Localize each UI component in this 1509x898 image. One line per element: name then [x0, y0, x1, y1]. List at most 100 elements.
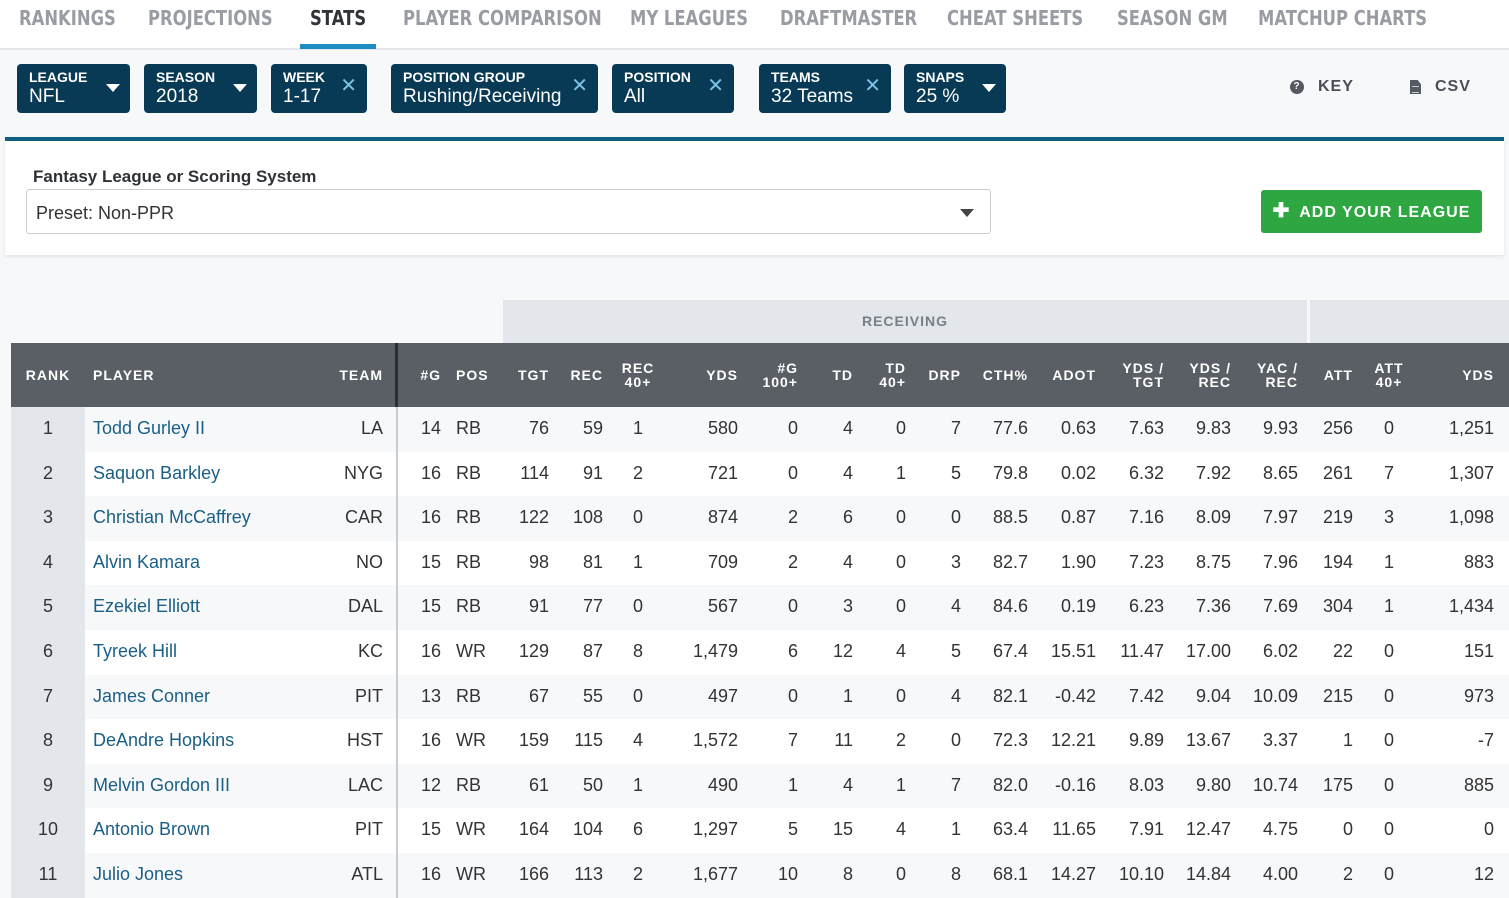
cell-att: 175: [1322, 774, 1353, 795]
cell-yds: 497: [707, 685, 738, 706]
filter-label: LEAGUE: [29, 69, 88, 85]
clear-icon[interactable]: ✕: [864, 76, 881, 96]
column-header-yacrec[interactable]: YAC / REC: [1242, 343, 1298, 407]
cell-pos: WR: [456, 819, 486, 840]
column-header-att40[interactable]: ATT 40+: [1370, 343, 1408, 407]
player-link[interactable]: Ezekiel Elliott: [93, 596, 320, 617]
cell-rank: 9: [42, 774, 53, 795]
cell-cth: 68.1: [992, 864, 1028, 884]
column-header-ydsrec[interactable]: YDS / REC: [1175, 343, 1231, 407]
cell-cth: 84.6: [992, 596, 1028, 617]
cell-yds: 490: [707, 774, 738, 795]
cell-ydsrec: 14.84: [1185, 864, 1231, 884]
cell-team: LAC: [347, 774, 383, 795]
player-link[interactable]: Tyreek Hill: [93, 641, 320, 662]
column-header-label: YDS / TGT: [1122, 360, 1164, 390]
cell-team: NYG: [343, 462, 383, 483]
player-link[interactable]: Todd Gurley II: [93, 418, 320, 439]
cell-rec40: 1: [632, 418, 643, 438]
nav-tab-projections[interactable]: PROJECTIONS: [148, 6, 273, 50]
cell-ydstgt: 6.32: [1128, 462, 1164, 483]
player-link[interactable]: Melvin Gordon III: [93, 775, 320, 796]
position-filter[interactable]: POSITION All ✕: [612, 64, 734, 113]
season-filter[interactable]: SEASON 2018: [144, 64, 257, 113]
player-link[interactable]: Julio Jones: [93, 864, 320, 885]
scoring-system-select[interactable]: Preset: Non-PPR: [26, 189, 991, 234]
cell-ydstgt: 10.10: [1118, 864, 1164, 884]
column-header-td40[interactable]: TD 40+: [870, 343, 906, 407]
column-header-rank[interactable]: RANK: [11, 343, 85, 407]
cell-yacrec: 6.02: [1262, 641, 1298, 661]
cell-yacrec: 4.75: [1262, 819, 1298, 840]
cell-att: 1: [1342, 730, 1353, 751]
week-filter[interactable]: WEEK 1-17 ✕: [271, 64, 367, 113]
column-header-label: ADOT: [1052, 367, 1096, 383]
column-header-team[interactable]: TEAM: [336, 343, 383, 407]
column-header-rec40[interactable]: REC 40+: [616, 343, 660, 407]
column-header-att[interactable]: ATT: [1305, 343, 1353, 407]
cell-pos: RB: [456, 774, 482, 795]
column-header-player[interactable]: PLAYER: [93, 343, 320, 407]
cell-g100: 7: [787, 730, 798, 751]
clear-icon[interactable]: ✕: [571, 76, 588, 96]
cell-ruyds: 1,434: [1448, 596, 1494, 617]
cell-rec40: 2: [632, 864, 643, 884]
cell-cth: 82.7: [992, 551, 1028, 572]
column-header-drp[interactable]: DRP: [920, 343, 961, 407]
column-header-td[interactable]: TD: [815, 343, 853, 407]
csv-button[interactable]: CSV: [1410, 78, 1471, 96]
filter-label: SEASON: [156, 69, 216, 85]
nav-tab-rankings[interactable]: RANKINGS: [19, 6, 116, 50]
scoring-system-card: Fantasy League or Scoring System Preset:…: [5, 137, 1504, 255]
key-button[interactable]: ? KEY: [1290, 78, 1354, 96]
add-your-league-button[interactable]: ✚ ADD YOUR LEAGUE: [1261, 190, 1482, 233]
column-header-yds[interactable]: YDS: [670, 343, 738, 407]
player-link[interactable]: James Conner: [93, 686, 320, 707]
teams-filter[interactable]: TEAMS 32 Teams ✕: [759, 64, 891, 113]
clear-icon[interactable]: ✕: [707, 76, 724, 96]
cell-td: 3: [842, 596, 853, 617]
cell-rec40: 8: [632, 641, 643, 661]
column-header-label: RANK: [25, 367, 71, 383]
column-header-tgt[interactable]: TGT: [505, 343, 549, 407]
cell-tgt: 122: [518, 507, 549, 528]
cell-tgt: 164: [518, 819, 549, 840]
cell-cth: 79.8: [992, 462, 1028, 483]
cell-yds: 721: [707, 462, 738, 483]
nav-tab-draftmaster[interactable]: DRAFTMASTER: [780, 6, 917, 50]
player-link[interactable]: Antonio Brown: [93, 819, 320, 840]
position-group-filter[interactable]: POSITION GROUP Rushing/Receiving ✕: [391, 64, 598, 113]
nav-tab-matchup-charts[interactable]: MATCHUP CHARTS: [1258, 6, 1427, 50]
cell-ruyds: 0: [1483, 819, 1494, 840]
column-header-ruyds[interactable]: YDS: [1420, 343, 1494, 407]
nav-tab-my-leagues[interactable]: MY LEAGUES: [630, 6, 748, 50]
plus-icon: ✚: [1272, 200, 1291, 222]
player-link[interactable]: Christian McCaffrey: [93, 507, 320, 528]
player-link[interactable]: Alvin Kamara: [93, 552, 320, 573]
cell-team: PIT: [354, 819, 383, 840]
nav-tab-season-gm[interactable]: SEASON GM: [1117, 6, 1228, 50]
clear-icon[interactable]: ✕: [340, 76, 357, 96]
filter-label: SNAPS: [916, 69, 965, 85]
snaps-filter[interactable]: SNAPS 25 %: [904, 64, 1006, 113]
nav-tab-player-comparison[interactable]: PLAYER COMPARISON: [403, 6, 602, 50]
cell-pos: RB: [456, 418, 482, 438]
cell-pos: RB: [456, 462, 482, 483]
column-header-pos[interactable]: POS: [456, 343, 495, 407]
player-link[interactable]: Saquon Barkley: [93, 463, 320, 484]
cell-adot: 12.21: [1050, 730, 1096, 751]
cell-att40: 0: [1383, 641, 1394, 661]
column-header-ydstgt[interactable]: YDS / TGT: [1108, 343, 1164, 407]
cell-team: CAR: [344, 507, 383, 528]
player-link[interactable]: DeAndre Hopkins: [93, 730, 320, 751]
column-header-adot[interactable]: ADOT: [1040, 343, 1096, 407]
nav-tab-cheat-sheets[interactable]: CHEAT SHEETS: [947, 6, 1083, 50]
column-header-cth[interactable]: CTH%: [975, 343, 1028, 407]
column-header-g100[interactable]: #G 100+: [752, 343, 798, 407]
column-header-rec[interactable]: REC: [555, 343, 603, 407]
column-header-g[interactable]: #G: [410, 343, 441, 407]
cell-yds: 709: [707, 551, 738, 572]
league-filter[interactable]: LEAGUE NFL: [17, 64, 130, 113]
cell-yacrec: 10.74: [1252, 774, 1298, 795]
cell-drp: 1: [950, 819, 961, 840]
